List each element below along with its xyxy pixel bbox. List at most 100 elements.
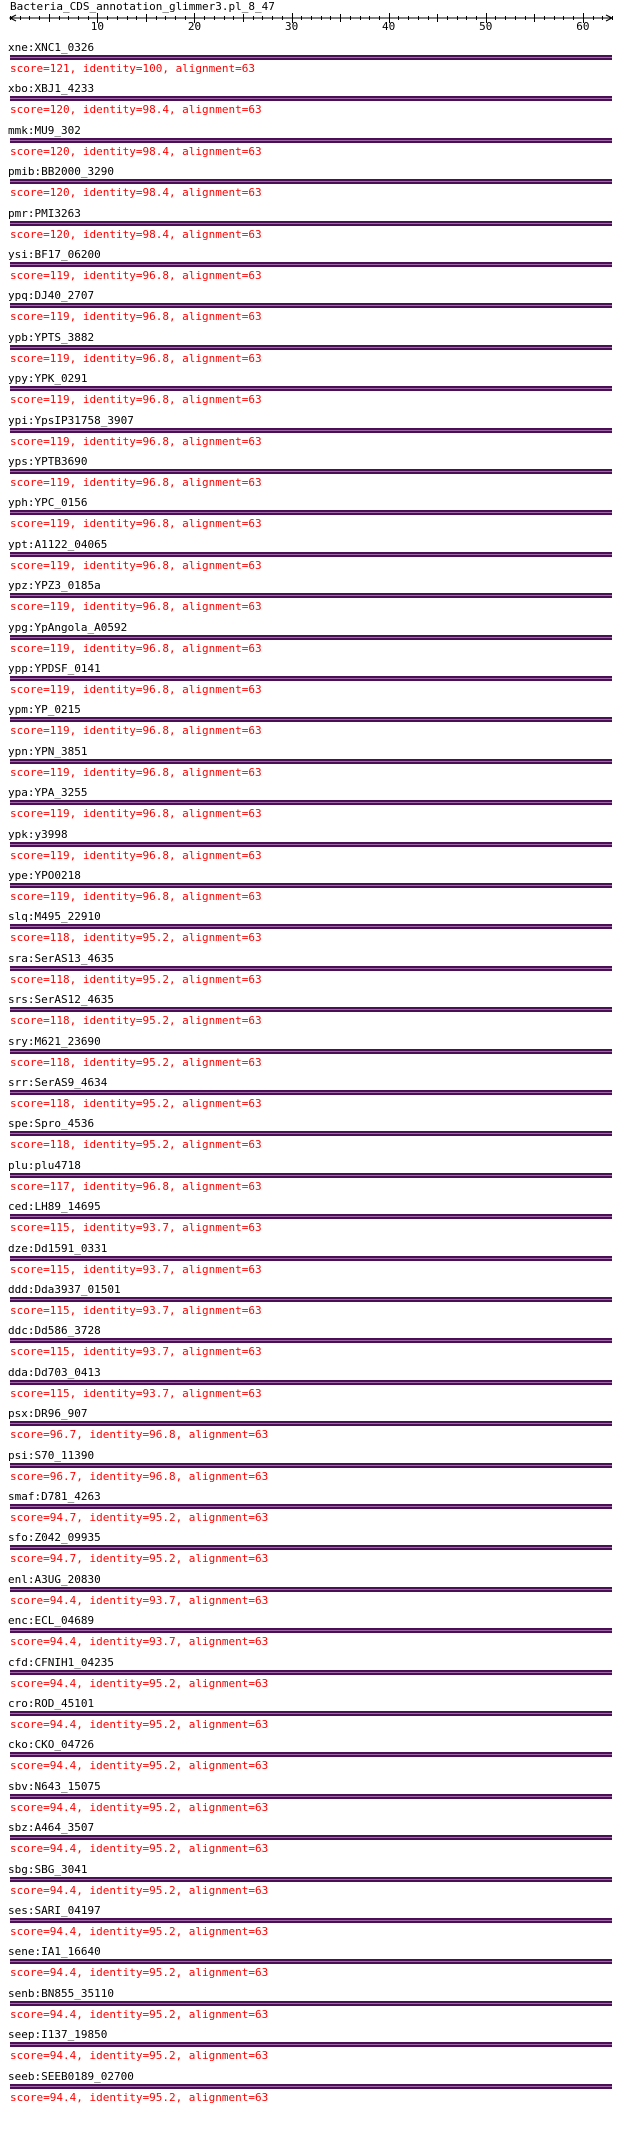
hit-name[interactable]: seeb:SEEB0189_02700 [8,2070,134,2083]
hit-row: sbz:A464_3507 score=94.4, identity=95.2, … [0,1821,620,1863]
hit-score: score=96.7, identity=96.8, alignment=63 [10,1428,269,1442]
hit-name[interactable]: yph:YPC_0156 [8,496,87,509]
hit-row: ses:SARI_04197 score=94.4, identity=95.2,… [0,1904,620,1946]
hit-row: sra:SerAS13_4635 score=118, identity=95.2… [0,952,620,994]
hit-name[interactable]: mmk:MU9_302 [8,124,81,137]
hit-score: score=119, identity=96.8, alignment=63 [10,600,262,614]
hit-name[interactable]: ced:LH89_14695 [8,1200,101,1213]
hit-name[interactable]: pmr:PMI3263 [8,207,81,220]
hit-row: xbo:XBJ1_4233 score=120, identity=98.4, a… [0,82,620,124]
hit-name[interactable]: senb:BN855_35110 [8,1987,114,2000]
alignment-bar [10,1876,612,1882]
hit-row: ypt:A1122_04065 score=119, identity=96.8,… [0,538,620,580]
hit-row: smaf:D781_4263 score=94.7, identity=95.2,… [0,1490,620,1532]
hit-name[interactable]: enl:A3UG_20830 [8,1573,101,1586]
hit-name[interactable]: ypp:YPDSF_0141 [8,662,101,675]
alignment-bar [10,1918,612,1923]
hit-row: spe:Spro_4536 score=118, identity=95.2, a… [0,1117,620,1159]
hit-name[interactable]: xne:XNC1_0326 [8,41,94,54]
hit-name[interactable]: ype:YPO0218 [8,869,81,882]
hit-name[interactable]: psx:DR96_907 [8,1407,87,1420]
hit-score: score=118, identity=95.2, alignment=63 [10,972,262,986]
hit-row: ype:YPO0218 score=119, identity=96.8, ali… [0,869,620,911]
hit-row: ypp:YPDSF_0141 score=119, identity=96.8, … [0,662,620,704]
hit-name[interactable]: ypn:YPN_3851 [8,745,87,758]
hit-row: cfd:CFNIH1_04235 score=94.4, identity=95.… [0,1656,620,1698]
hit-name[interactable]: yps:YPTB3690 [8,455,87,468]
alignment-bar [10,1835,612,1841]
hit-score: score=94.4, identity=95.2, alignment=63 [10,1718,269,1731]
hit-name[interactable]: sfo:Z042_09935 [8,1531,101,1544]
hit-score: score=94.4, identity=95.2, alignment=63 [10,1800,269,1814]
hit-row: sbg:SBG_3041 score=94.4, identity=95.2, a… [0,1863,620,1905]
hit-name[interactable]: ypq:DJ40_2707 [8,289,94,302]
hit-score: score=119, identity=96.8, alignment=63 [10,393,262,407]
hit-score: score=119, identity=96.8, alignment=63 [10,848,262,862]
hit-name[interactable]: srs:SerAS12_4635 [8,993,114,1006]
hit-name[interactable]: seep:I137_19850 [8,2028,107,2041]
alignment-bar [10,676,612,681]
hit-name[interactable]: ypt:A1122_04065 [8,538,107,551]
hit-name[interactable]: ypm:YP_0215 [8,703,81,716]
ruler-tick-label: 40 [382,20,395,33]
hit-row: srr:SerAS9_4634 score=118, identity=95.2,… [0,1076,620,1118]
hit-name[interactable]: slq:M495_22910 [8,910,101,923]
hit-name[interactable]: sbv:N643_15075 [8,1780,101,1793]
hit-name[interactable]: ypk:y3998 [8,828,68,841]
hit-name[interactable]: smaf:D781_4263 [8,1490,101,1503]
hit-name[interactable]: enc:ECL_04689 [8,1614,94,1627]
hit-name[interactable]: srr:SerAS9_4634 [8,1076,107,1089]
hit-name[interactable]: dda:Dd703_0413 [8,1366,101,1379]
hit-name[interactable]: cfd:CFNIH1_04235 [8,1656,114,1669]
hit-name[interactable]: ypy:YPK_0291 [8,372,87,385]
alignment-bar [10,2000,612,2006]
alignment-bar [10,1131,612,1137]
hit-score: score=94.4, identity=95.2, alignment=63 [10,2049,269,2063]
hit-name[interactable]: ses:SARI_04197 [8,1904,101,1917]
alignment-bar [10,1297,612,1302]
hit-name[interactable]: ddc:Dd586_3728 [8,1324,101,1337]
hit-name[interactable]: sene:IA1_16640 [8,1945,101,1958]
hit-name[interactable]: ysi:BF17_06200 [8,248,101,261]
alignment-bar [10,427,612,433]
hit-name[interactable]: ypz:YPZ3_0185a [8,579,101,592]
hit-row: plu:plu4718 score=117, identity=96.8, ali… [0,1159,620,1201]
hit-name[interactable]: psi:S70_11390 [8,1449,94,1462]
hit-name[interactable]: sra:SerAS13_4635 [8,952,114,965]
hit-name[interactable]: dze:Dd1591_0331 [8,1242,107,1255]
hit-score: score=119, identity=96.8, alignment=63 [10,765,262,779]
hit-row: pmr:PMI3263 score=120, identity=98.4, ali… [0,207,620,249]
hit-row: dze:Dd1591_0331 score=115, identity=93.7,… [0,1242,620,1284]
hit-name[interactable]: cko:CKO_04726 [8,1738,94,1751]
hit-score: score=119, identity=96.8, alignment=63 [10,351,262,365]
hit-name[interactable]: spe:Spro_4536 [8,1117,94,1130]
hit-name[interactable]: ypg:YpAngola_A0592 [8,621,127,634]
hit-name[interactable]: ypb:YPTS_3882 [8,331,94,344]
hit-score: score=120, identity=98.4, alignment=63 [10,144,262,158]
hit-score: score=94.4, identity=95.2, alignment=63 [10,1966,269,1980]
hit-name[interactable]: ddd:Dda3937_01501 [8,1283,121,1296]
hit-row: enc:ECL_04689 score=94.4, identity=93.7, … [0,1614,620,1656]
hit-name[interactable]: sbg:SBG_3041 [8,1863,87,1876]
alignment-bar [10,1959,612,1965]
alignment-bar [10,1090,612,1095]
hit-name[interactable]: cro:ROD_45101 [8,1697,94,1710]
hit-score: score=119, identity=96.8, alignment=63 [10,890,262,903]
hit-row: mmk:MU9_302 score=120, identity=98.4, ali… [0,124,620,166]
ruler-tick-label: 50 [479,20,492,33]
alignment-figure: Bacteria_CDS_annotation_glimmer3.pl_8_47… [0,0,620,2141]
hit-name[interactable]: xbo:XBJ1_4233 [8,82,94,95]
alignment-bar [10,1752,612,1758]
ruler-tick-label: 30 [285,20,298,33]
alignment-bar [10,344,612,350]
hit-name[interactable]: plu:plu4718 [8,1159,81,1172]
hit-name[interactable]: ypi:YpsIP31758_3907 [8,414,134,427]
hit-name[interactable]: sbz:A464_3507 [8,1821,94,1834]
hit-row: enl:A3UG_20830 score=94.4, identity=93.7,… [0,1573,620,1615]
hit-row: yph:YPC_0156 score=119, identity=96.8, al… [0,496,620,538]
hit-name[interactable]: pmib:BB2000_3290 [8,165,114,178]
hit-name[interactable]: sry:M621_23690 [8,1035,101,1048]
hit-name[interactable]: ypa:YPA_3255 [8,786,87,799]
hit-row: cro:ROD_45101 score=94.4, identity=95.2, … [0,1697,620,1739]
hit-score: score=120, identity=98.4, alignment=63 [10,227,262,241]
